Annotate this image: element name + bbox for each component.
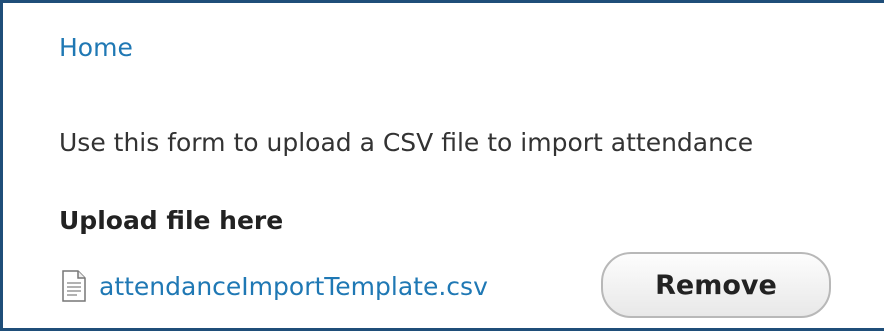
document-icon [61,270,87,302]
upload-file-label: Upload file here [59,206,284,235]
uploaded-file-link[interactable]: attendanceImportTemplate.csv [99,272,488,301]
remove-button[interactable]: Remove [601,252,831,318]
breadcrumb-home-link[interactable]: Home [59,33,133,62]
uploaded-file: attendanceImportTemplate.csv [61,258,488,314]
page-frame: Home Use this form to upload a CSV file … [0,0,884,331]
form-description: Use this form to upload a CSV file to im… [59,128,754,157]
